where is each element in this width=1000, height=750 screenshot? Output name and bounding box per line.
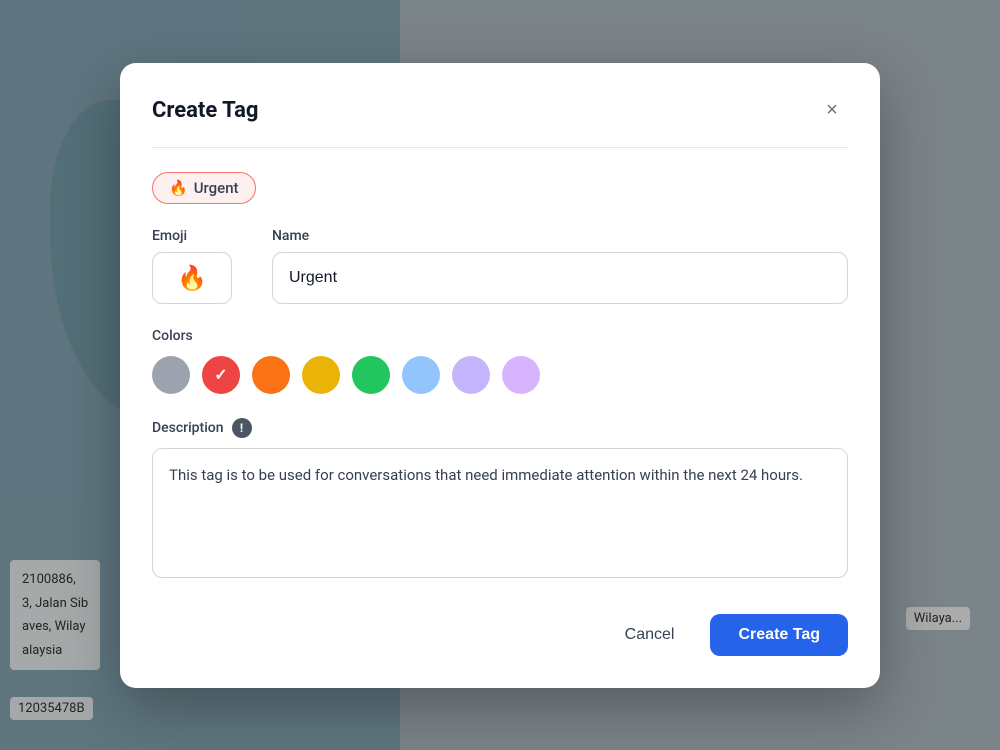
cancel-button[interactable]: Cancel — [605, 614, 695, 656]
form-row-emoji-name: Emoji 🔥 Name — [152, 228, 848, 304]
colors-section: Colors — [152, 328, 848, 394]
colors-label: Colors — [152, 328, 848, 344]
description-label: Description — [152, 420, 224, 436]
tag-preview-emoji: 🔥 — [169, 179, 188, 197]
modal-overlay: Create Tag × 🔥 Urgent Emoji 🔥 Name — [0, 0, 1000, 750]
name-group: Name — [272, 228, 848, 304]
tag-preview: 🔥 Urgent — [152, 172, 256, 204]
emoji-group: Emoji 🔥 — [152, 228, 252, 304]
color-blue[interactable] — [402, 356, 440, 394]
color-purple[interactable] — [502, 356, 540, 394]
color-lavender[interactable] — [452, 356, 490, 394]
color-yellow[interactable] — [302, 356, 340, 394]
description-textarea[interactable]: This tag is to be used for conversations… — [152, 448, 848, 578]
description-section: Description ! This tag is to be used for… — [152, 418, 848, 582]
colors-row — [152, 356, 848, 394]
name-label: Name — [272, 228, 848, 244]
info-icon: ! — [232, 418, 252, 438]
color-gray[interactable] — [152, 356, 190, 394]
modal-title: Create Tag — [152, 98, 258, 123]
modal-footer: Cancel Create Tag — [152, 614, 848, 656]
emoji-value: 🔥 — [177, 264, 207, 292]
emoji-label: Emoji — [152, 228, 252, 244]
color-red[interactable] — [202, 356, 240, 394]
close-icon: × — [826, 99, 838, 122]
color-orange[interactable] — [252, 356, 290, 394]
emoji-input[interactable]: 🔥 — [152, 252, 232, 304]
create-tag-modal: Create Tag × 🔥 Urgent Emoji 🔥 Name — [120, 63, 880, 688]
create-tag-button[interactable]: Create Tag — [710, 614, 848, 656]
color-green[interactable] — [352, 356, 390, 394]
modal-header: Create Tag × — [152, 95, 848, 148]
description-label-row: Description ! — [152, 418, 848, 438]
name-input[interactable] — [272, 252, 848, 304]
close-button[interactable]: × — [816, 95, 848, 127]
tag-preview-label: Urgent — [194, 179, 239, 197]
